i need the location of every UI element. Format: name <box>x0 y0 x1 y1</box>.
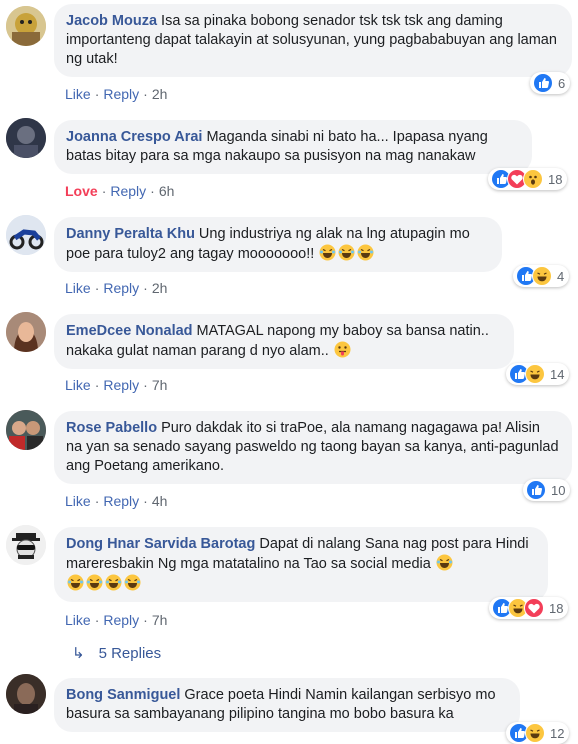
comment-actions: Like · Reply · 7h <box>65 612 168 628</box>
comment-bubble: Rose Pabello Puro dakdak ito si traPoe, a… <box>54 411 572 484</box>
comment-bubble: Danny Peralta Khu Ung industriya ng alak … <box>54 217 502 272</box>
like-link[interactable]: Like <box>65 612 91 628</box>
like-link[interactable]: Like <box>65 377 91 393</box>
reply-link[interactable]: Reply <box>103 280 139 296</box>
reaction-summary[interactable]: 18 <box>488 168 568 190</box>
comment-author[interactable]: Jacob Mouza <box>66 13 157 29</box>
laughing-emoji-icon <box>105 574 122 591</box>
view-replies-link[interactable]: ↳ 5 Replies <box>72 644 161 662</box>
reply-link[interactable]: Reply <box>103 86 139 102</box>
reply-link[interactable]: Reply <box>103 612 139 628</box>
avatar[interactable] <box>6 410 46 450</box>
replies-label: 5 Replies <box>98 645 162 662</box>
avatar[interactable] <box>6 215 46 255</box>
comment-time[interactable]: 2h <box>152 280 168 296</box>
love-icon <box>524 598 544 618</box>
reaction-count: 6 <box>558 75 566 91</box>
comment-time[interactable]: 7h <box>152 612 168 628</box>
comment-actions: Like · Reply · 2h <box>65 280 168 296</box>
laughing-emoji-icon <box>86 574 103 591</box>
reaction-count: 18 <box>548 171 563 187</box>
comment-bubble: Joanna Crespo Arai Maganda sinabi ni bato… <box>54 120 532 174</box>
comment-time[interactable]: 4h <box>152 493 168 509</box>
like-link[interactable]: Like <box>65 493 91 509</box>
laughing-emoji-icon <box>338 244 355 261</box>
haha-icon <box>532 266 552 286</box>
comment-bubble: Bong Sanmiguel Grace poeta Hindi Namin ka… <box>54 678 520 732</box>
wow-icon <box>523 169 543 189</box>
avatar[interactable] <box>6 525 46 565</box>
like-link[interactable]: Like <box>65 280 91 296</box>
like-icon <box>526 480 546 500</box>
comment-time[interactable]: 7h <box>152 377 168 393</box>
comment-bubble: Dong Hnar Sarvida Barotag Dapat di nalang… <box>54 527 548 602</box>
avatar[interactable] <box>6 6 46 46</box>
comment-actions: Like · Reply · 4h <box>65 493 168 509</box>
avatar[interactable] <box>6 674 46 714</box>
comment-bubble: EmeDcee Nonalad MATAGAL napong my baboy s… <box>54 314 514 369</box>
laughing-emoji-icon <box>319 244 336 261</box>
reaction-summary[interactable]: 14 <box>506 363 570 385</box>
reaction-count: 18 <box>549 600 564 616</box>
comment-author[interactable]: Dong Hnar Sarvida Barotag <box>66 536 255 552</box>
comment-author[interactable]: Joanna Crespo Arai <box>66 129 202 145</box>
avatar[interactable] <box>6 118 46 158</box>
comment-actions: Love · Reply · 6h <box>65 183 175 199</box>
reply-link[interactable]: Reply <box>110 183 146 199</box>
comment-time[interactable]: 2h <box>152 86 168 102</box>
laughing-emoji-icon <box>357 244 374 261</box>
comment-author[interactable]: Danny Peralta Khu <box>66 226 195 242</box>
comment-author[interactable]: EmeDcee Nonalad <box>66 323 193 339</box>
haha-icon <box>525 723 545 743</box>
reaction-count: 4 <box>557 268 565 284</box>
love-link[interactable]: Love <box>65 183 98 199</box>
laughing-emoji-icon <box>67 574 84 591</box>
reaction-count: 14 <box>550 366 565 382</box>
comment-author[interactable]: Bong Sanmiguel <box>66 687 180 703</box>
reply-arrow-icon: ↳ <box>72 645 85 662</box>
comment-bubble: Jacob Mouza Isa sa pinaka bobong senador … <box>54 4 572 77</box>
tongue-emoji-icon <box>334 341 351 358</box>
comment-author[interactable]: Rose Pabello <box>66 420 157 436</box>
comment-actions: Like · Reply · 7h <box>65 377 168 393</box>
reply-link[interactable]: Reply <box>103 493 139 509</box>
avatar[interactable] <box>6 312 46 352</box>
reaction-summary[interactable]: 10 <box>523 479 571 501</box>
comment-actions: Like · Reply · 2h <box>65 86 168 102</box>
reply-link[interactable]: Reply <box>103 377 139 393</box>
laughing-emoji-icon <box>124 574 141 591</box>
laughing-emoji-icon <box>436 554 453 571</box>
reaction-count: 12 <box>550 725 565 741</box>
comment-time[interactable]: 6h <box>159 183 175 199</box>
reaction-summary[interactable]: 18 <box>489 597 569 619</box>
like-icon <box>533 73 553 93</box>
like-link[interactable]: Like <box>65 86 91 102</box>
haha-icon <box>525 364 545 384</box>
reaction-summary[interactable]: 6 <box>530 72 571 94</box>
reaction-summary[interactable]: 4 <box>513 265 570 287</box>
reaction-count: 10 <box>551 482 566 498</box>
